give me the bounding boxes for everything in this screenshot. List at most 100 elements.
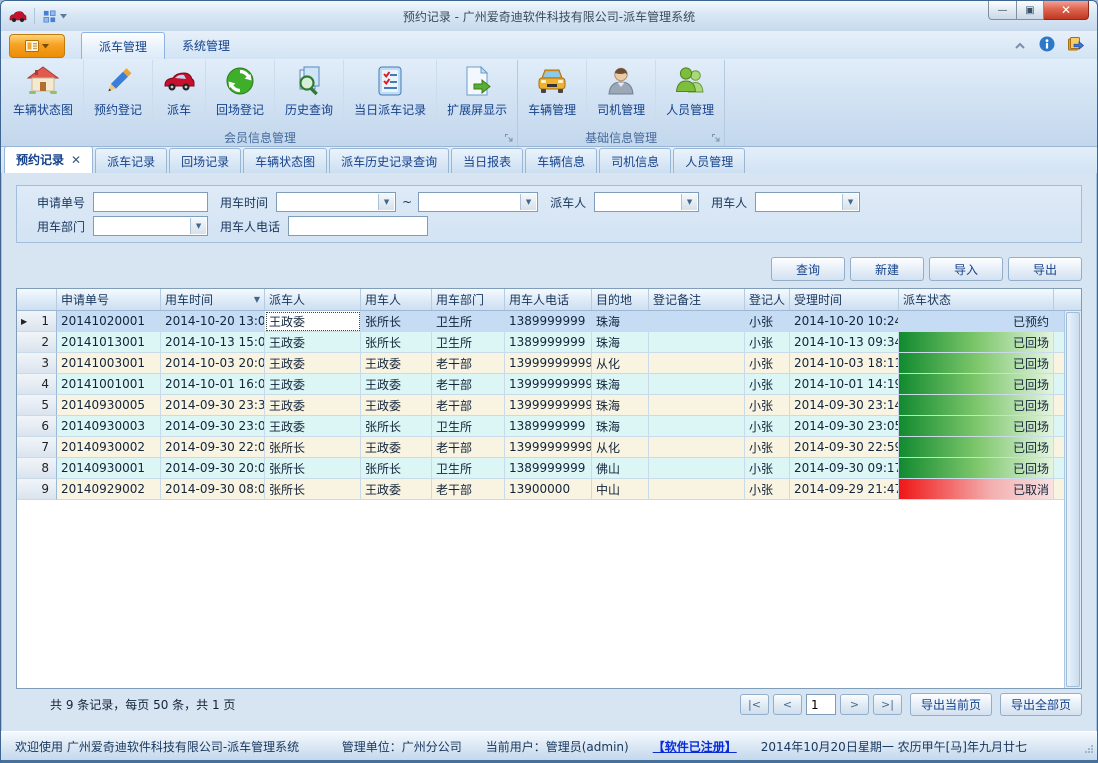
row-header-cell[interactable]: 5	[17, 395, 57, 416]
cell[interactable]: 张所长	[361, 416, 432, 437]
cell[interactable]: 王政委	[361, 479, 432, 500]
cell[interactable]: 13999999999	[505, 395, 592, 416]
export-button[interactable]: 导出	[1008, 257, 1082, 281]
cell[interactable]: 小张	[745, 311, 790, 332]
dispatch-status-cell[interactable]: 已回场	[899, 332, 1054, 353]
cell[interactable]: 13999999999	[505, 374, 592, 395]
cell[interactable]: 小张	[745, 395, 790, 416]
doc-tab-7[interactable]: 司机信息	[599, 148, 671, 173]
dispatch-status-cell[interactable]: 已回场	[899, 395, 1054, 416]
cell[interactable]: 2014-10-20 13:00	[161, 311, 265, 332]
page-number-input[interactable]	[806, 694, 836, 715]
cell[interactable]: 2014-10-20 10:24	[790, 311, 899, 332]
cell[interactable]	[649, 332, 745, 353]
dispatch-status-cell[interactable]: 已回场	[899, 416, 1054, 437]
cell[interactable]: 20141003001	[57, 353, 161, 374]
ribbon-tab-1[interactable]: 系统管理	[165, 32, 247, 59]
table-row-8[interactable]: 8201409300012014-09-30 20:00张所长张所长卫生所138…	[17, 458, 1081, 479]
cell[interactable]: 老干部	[432, 353, 505, 374]
app-menu-button[interactable]	[9, 34, 65, 58]
dispatcher-combo[interactable]: ▼	[594, 192, 699, 212]
cell[interactable]: 张所长	[265, 437, 361, 458]
cell[interactable]: 王政委	[265, 353, 361, 374]
dialog-launcher-icon[interactable]	[504, 133, 514, 143]
column-header-0[interactable]: 申请单号	[57, 289, 161, 310]
department-combo[interactable]: ▼	[93, 216, 208, 236]
driver-management-button[interactable]: 司机管理	[586, 60, 655, 128]
new-button[interactable]: 新建	[850, 257, 924, 281]
table-row-7[interactable]: 7201409300022014-09-30 22:00张所长王政委老干部139…	[17, 437, 1081, 458]
doc-tab-8[interactable]: 人员管理	[673, 148, 745, 173]
reservation-register-button[interactable]: 预约登记	[83, 60, 152, 128]
cell[interactable]: 2014-09-30 22:00	[161, 437, 265, 458]
car-user-combo[interactable]: ▼	[755, 192, 860, 212]
close-tab-icon[interactable]: ✕	[71, 154, 81, 166]
doc-tab-5[interactable]: 当日报表	[451, 148, 523, 173]
extended-screen-button[interactable]: 扩展屏显示	[436, 60, 517, 128]
column-header-5[interactable]: 用车人电话	[505, 289, 592, 310]
dispatch-status-cell[interactable]: 已回场	[899, 374, 1054, 395]
personnel-management-button[interactable]: 人员管理	[655, 60, 724, 128]
cell[interactable]: 20140930002	[57, 437, 161, 458]
cell[interactable]: 王政委	[361, 437, 432, 458]
doc-tab-3[interactable]: 车辆状态图	[243, 148, 327, 173]
row-header-cell[interactable]: 8	[17, 458, 57, 479]
cell[interactable]: 佛山	[592, 458, 649, 479]
cell[interactable]: 中山	[592, 479, 649, 500]
cell[interactable]: 2014-09-30 23:30	[161, 395, 265, 416]
apply-no-input[interactable]	[93, 192, 208, 212]
maximize-button[interactable]: ▣	[1017, 1, 1044, 20]
vehicle-management-button[interactable]: 车辆管理	[518, 60, 586, 128]
cell[interactable]: 2014-09-30 23:14	[790, 395, 899, 416]
cell[interactable]: 1389999999	[505, 416, 592, 437]
cell[interactable]: 13900000	[505, 479, 592, 500]
chevron-down-icon[interactable]: ▼	[378, 194, 394, 210]
row-header-cell[interactable]: 2	[17, 332, 57, 353]
dispatch-button[interactable]: 派车	[152, 60, 205, 128]
minimize-button[interactable]: —	[988, 1, 1017, 20]
doc-tab-6[interactable]: 车辆信息	[525, 148, 597, 173]
grid-vertical-scrollbar[interactable]	[1064, 311, 1081, 688]
query-button[interactable]: 查询	[771, 257, 845, 281]
cell[interactable]: 从化	[592, 437, 649, 458]
chevron-down-icon[interactable]: ▼	[520, 194, 536, 210]
cell[interactable]: 王政委	[361, 374, 432, 395]
cell[interactable]: 老干部	[432, 374, 505, 395]
cell[interactable]: 小张	[745, 479, 790, 500]
cell[interactable]: 珠海	[592, 416, 649, 437]
resize-grip-icon[interactable]	[1082, 742, 1094, 757]
cell[interactable]: 张所长	[361, 458, 432, 479]
row-header-cell[interactable]: 6	[17, 416, 57, 437]
cell[interactable]: 张所长	[265, 479, 361, 500]
close-button[interactable]: ✕	[1044, 1, 1089, 20]
cell[interactable]: 小张	[745, 458, 790, 479]
cell[interactable]: 小张	[745, 332, 790, 353]
cell[interactable]: 13999999999	[505, 437, 592, 458]
cell[interactable]: 20141013001	[57, 332, 161, 353]
cell[interactable]: 珠海	[592, 374, 649, 395]
cell[interactable]: 王政委	[265, 416, 361, 437]
cell[interactable]: 小张	[745, 416, 790, 437]
cell[interactable]: 1389999999	[505, 311, 592, 332]
table-row-1[interactable]: 1▶201410200012014-10-20 13:00王政委张所长卫生所13…	[17, 311, 1081, 332]
cell[interactable]: 老干部	[432, 395, 505, 416]
dispatch-status-cell[interactable]: 已回场	[899, 437, 1054, 458]
dialog-launcher-icon[interactable]	[711, 133, 721, 143]
history-query-button[interactable]: 历史查询	[274, 60, 343, 128]
cell[interactable]: 2014-10-01 14:19	[790, 374, 899, 395]
use-time-from-combo[interactable]: ▼	[276, 192, 396, 212]
cell[interactable]	[649, 374, 745, 395]
cell[interactable]	[649, 479, 745, 500]
ribbon-tab-0[interactable]: 派车管理	[81, 32, 165, 59]
chevron-down-icon[interactable]: ▼	[842, 194, 858, 210]
cell[interactable]: 20140930003	[57, 416, 161, 437]
license-registered-link[interactable]: 【软件已注册】	[653, 738, 737, 755]
cell[interactable]: 从化	[592, 353, 649, 374]
table-row-3[interactable]: 3201410030012014-10-03 20:00王政委王政委老干部139…	[17, 353, 1081, 374]
cell[interactable]	[649, 311, 745, 332]
doc-tab-1[interactable]: 派车记录	[95, 148, 167, 173]
column-header-2[interactable]: 派车人	[265, 289, 361, 310]
table-row-6[interactable]: 6201409300032014-09-30 23:00王政委张所长卫生所138…	[17, 416, 1081, 437]
cell[interactable]: 2014-09-30 22:59	[790, 437, 899, 458]
user-phone-input[interactable]	[288, 216, 428, 236]
